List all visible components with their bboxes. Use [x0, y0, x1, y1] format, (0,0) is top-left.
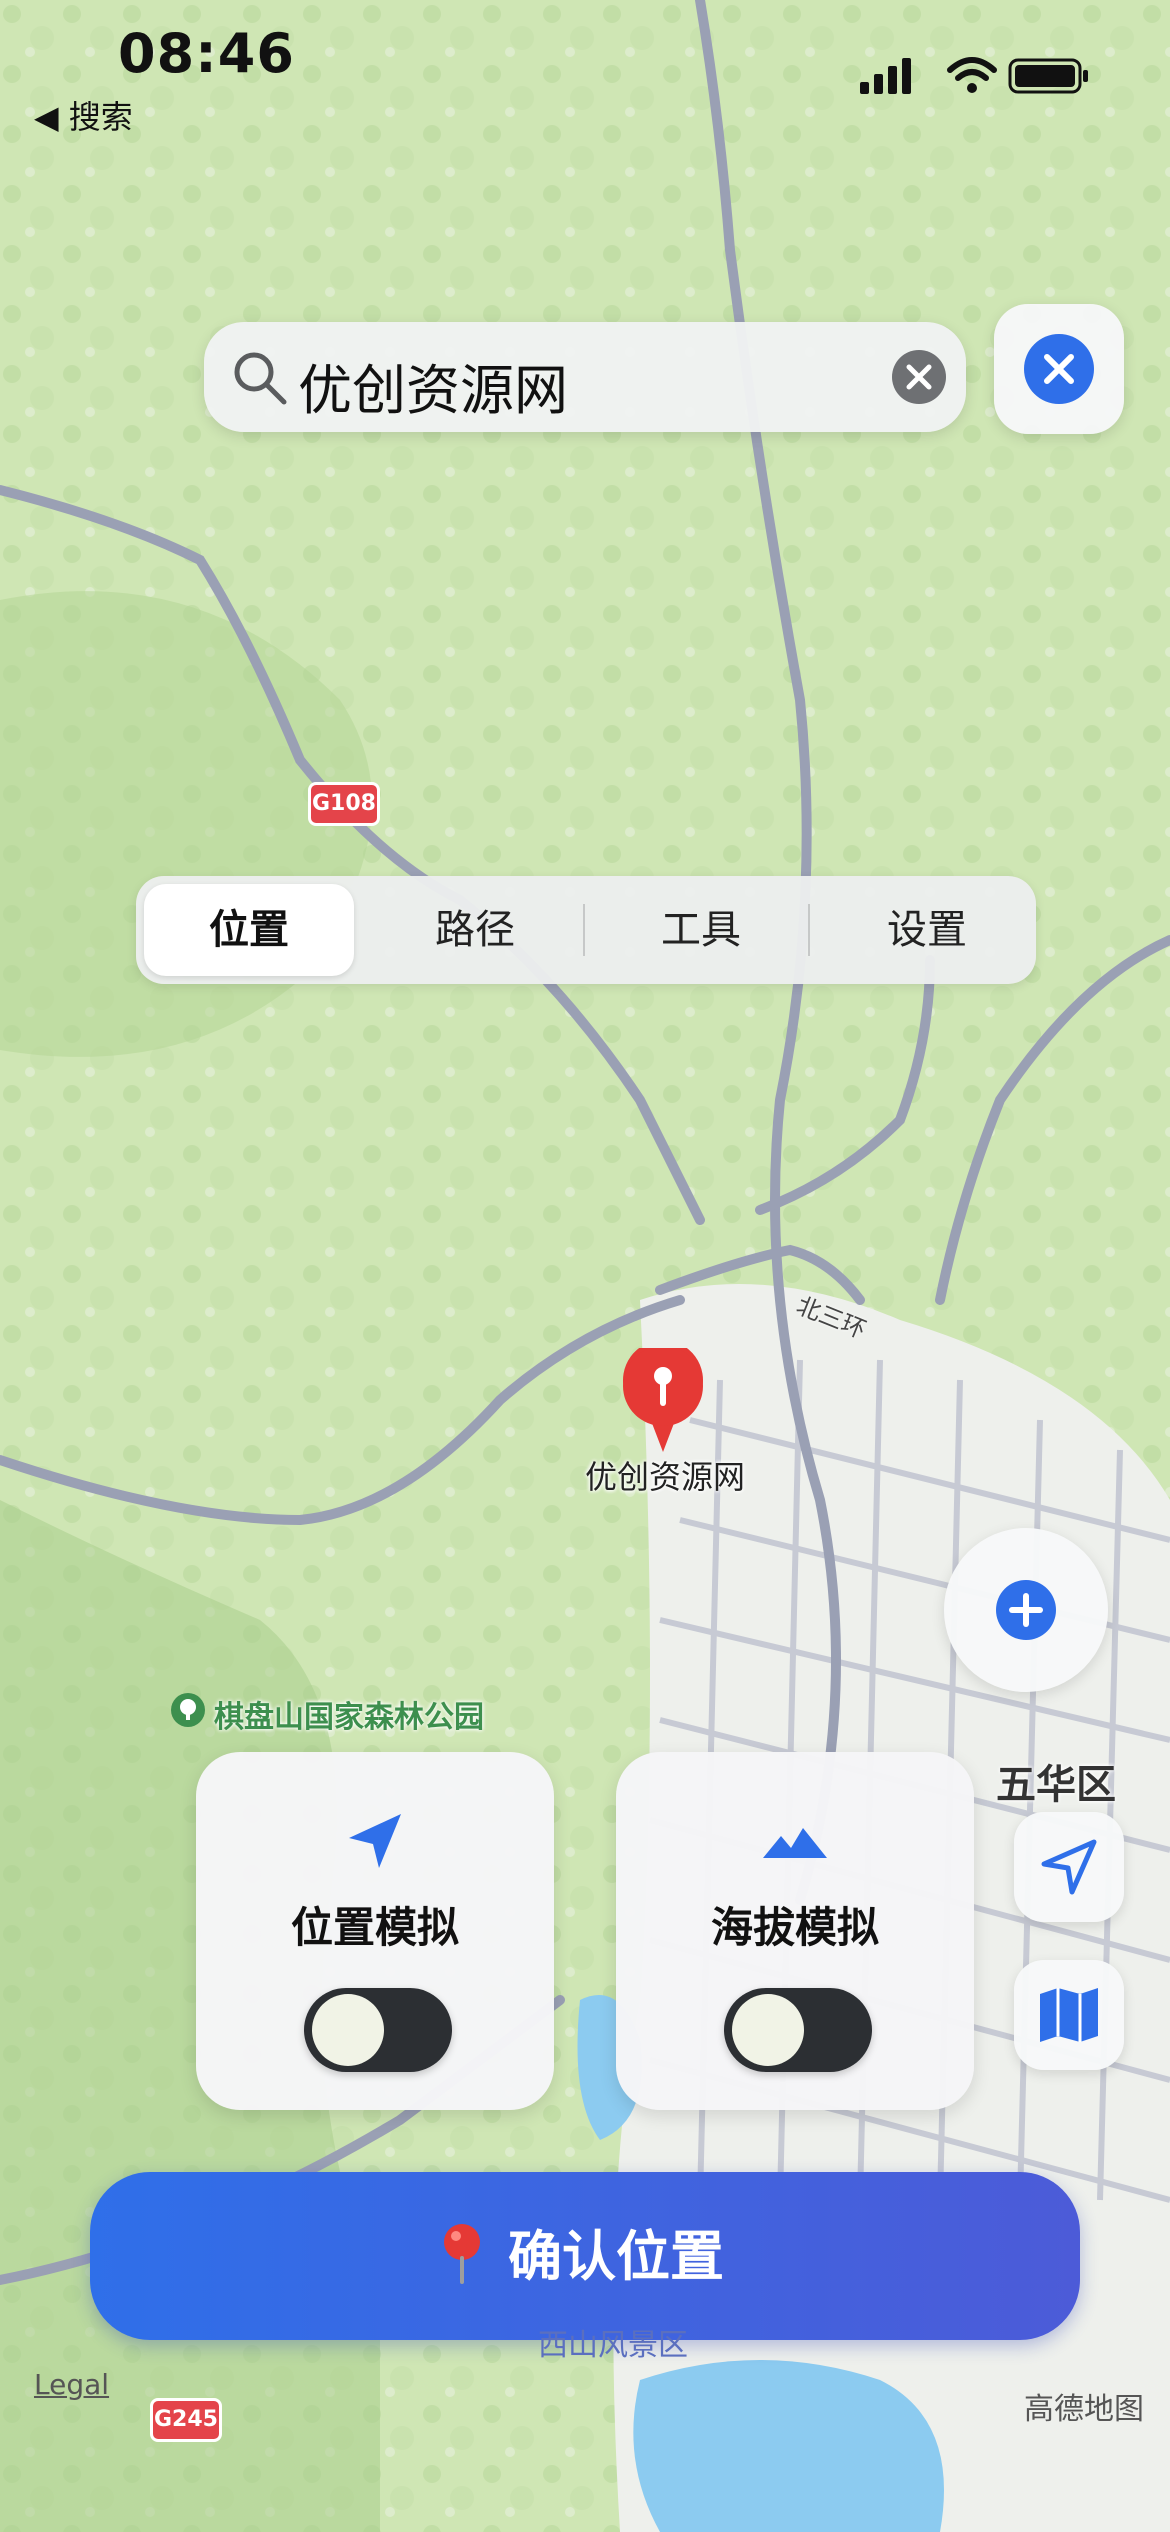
- poi-label[interactable]: 棋盘山国家森林公园: [214, 1692, 484, 1736]
- map-pin-icon[interactable]: [620, 1348, 706, 1452]
- location-sim-toggle[interactable]: [304, 1988, 452, 2072]
- toggle-knob: [732, 1994, 804, 2066]
- red-pin-icon: [444, 2224, 480, 2284]
- scenic-area-label: 西山风景区: [538, 2328, 688, 2363]
- navigation-arrow-icon: [349, 1814, 401, 1868]
- pin-label: 优创资源网: [584, 1458, 745, 1496]
- tab-settings[interactable]: 设置: [822, 884, 1032, 976]
- search-input[interactable]: 优创资源网: [298, 346, 568, 425]
- highway-g245-badge: G245: [150, 2398, 222, 2442]
- location-sim-title: 位置模拟: [290, 1903, 459, 1952]
- altitude-sim-toggle[interactable]: [724, 1988, 872, 2072]
- map-layers-button[interactable]: [1014, 1960, 1124, 2070]
- tab-route[interactable]: 路径: [370, 884, 580, 976]
- wifi-icon: [947, 57, 997, 93]
- plus-icon: [996, 1580, 1056, 1640]
- mountain-icon: [763, 1828, 827, 1858]
- toggle-knob: [312, 1994, 384, 2066]
- battery-icon: [1008, 58, 1088, 94]
- search-bar[interactable]: 优创资源网: [204, 322, 966, 432]
- status-time: 08:46: [118, 22, 295, 85]
- back-to-search-link[interactable]: ◀ 搜索: [34, 92, 133, 138]
- tab-divider: [808, 904, 810, 956]
- park-icon: [171, 1693, 205, 1727]
- zoom-in-button[interactable]: [944, 1528, 1108, 1692]
- close-icon: [1024, 334, 1094, 404]
- location-sim-card[interactable]: 位置模拟: [196, 1752, 554, 2110]
- signal-icon: [860, 58, 911, 94]
- location-arrow-icon: [1041, 1839, 1097, 1895]
- district-label: 五华区: [996, 1762, 1116, 1808]
- close-button[interactable]: [994, 304, 1124, 434]
- confirm-location-button[interactable]: 确认位置: [90, 2172, 1080, 2340]
- locate-me-button[interactable]: [1014, 1812, 1124, 1922]
- tab-location[interactable]: 位置: [144, 884, 354, 976]
- status-icons: [860, 57, 1088, 94]
- map-provider-label: 高德地图: [1024, 2392, 1144, 2427]
- tab-tools[interactable]: 工具: [596, 884, 806, 976]
- clear-search-icon[interactable]: [892, 350, 946, 404]
- segmented-tabs: 位置 路径 工具 设置: [136, 876, 1036, 984]
- map-icon: [1040, 1988, 1098, 2042]
- highway-g108-badge: G108: [308, 782, 380, 826]
- altitude-sim-card[interactable]: 海拔模拟: [616, 1752, 974, 2110]
- search-icon: [234, 352, 287, 405]
- confirm-location-label: 确认位置: [508, 2225, 724, 2288]
- legal-link[interactable]: Legal: [34, 2368, 109, 2401]
- altitude-sim-title: 海拔模拟: [710, 1903, 879, 1952]
- tab-divider: [583, 904, 585, 956]
